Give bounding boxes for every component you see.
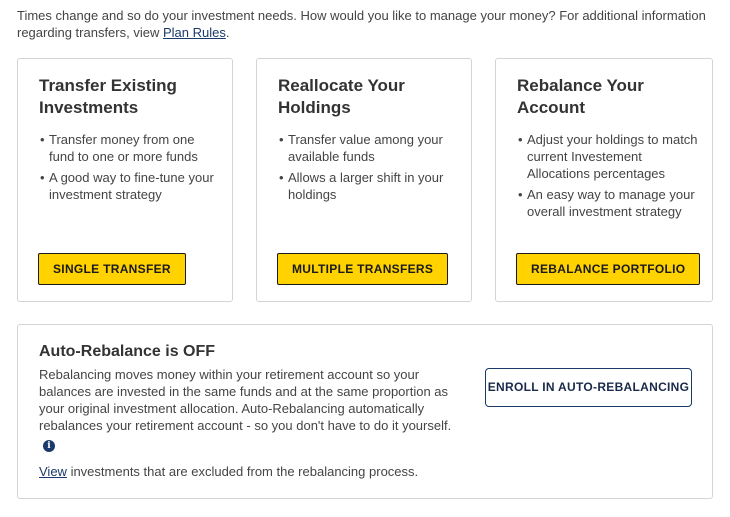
bullet-item: • Transfer value among your available fun… xyxy=(279,132,443,164)
bullet-text: A good way to fine-tune your investment … xyxy=(49,170,214,202)
rebalance-card: Rebalance Your Account • Adjust your hold… xyxy=(495,58,713,302)
plan-rules-link[interactable]: Plan Rules xyxy=(163,25,226,40)
card-bullets: • Transfer value among your available fun… xyxy=(277,131,462,207)
card-bullets: • Transfer money from one fund to one or … xyxy=(38,131,223,207)
card-title: Reallocate Your Holdings xyxy=(278,76,405,117)
auto-rebalance-title: Auto-Rebalance is OFF xyxy=(39,343,216,360)
single-transfer-button[interactable]: SINGLE TRANSFER xyxy=(38,253,186,285)
transfer-existing-card: Transfer Existing Investments • Transfer … xyxy=(17,58,233,302)
intro-text: Times change and so do your investment n… xyxy=(17,7,707,41)
excluded-investments-text: View investments that are excluded from … xyxy=(39,463,418,480)
bullet-text: Adjust your holdings to match current In… xyxy=(527,132,698,181)
card-title: Transfer Existing Investments xyxy=(39,76,177,117)
view-excluded-link[interactable]: View xyxy=(39,464,67,479)
rebalance-portfolio-button[interactable]: REBALANCE PORTFOLIO xyxy=(516,253,701,285)
enroll-auto-rebalancing-button[interactable]: ENROLL IN AUTO-REBALANCING xyxy=(485,368,692,407)
bullet-text: An easy way to manage your overall inves… xyxy=(527,187,695,219)
description-text: Rebalancing moves money within your reti… xyxy=(39,367,452,433)
bullet-item: • A good way to fine-tune your investment… xyxy=(40,170,214,202)
bullet-text: Transfer value among your available fund… xyxy=(288,132,443,164)
bullet-item: • Allows a larger shift in your holdings xyxy=(279,170,444,202)
bullet-text: Transfer money from one fund to one or m… xyxy=(49,132,198,164)
multiple-transfers-button[interactable]: MULTIPLE TRANSFERS xyxy=(277,253,449,285)
card-title: Rebalance Your Account xyxy=(517,76,644,117)
info-icon[interactable]: i xyxy=(43,440,55,452)
auto-rebalance-panel: Auto-Rebalance is OFF Rebalancing moves … xyxy=(17,324,713,499)
bullet-item: • Adjust your holdings to match current I… xyxy=(518,132,698,181)
intro-body: Times change and so do your investment n… xyxy=(17,8,706,40)
bullet-item: • Transfer money from one fund to one or … xyxy=(40,132,198,164)
reallocate-card: Reallocate Your Holdings • Transfer value… xyxy=(256,58,472,302)
bullet-text: Allows a larger shift in your holdings xyxy=(288,170,444,202)
bullet-item: • An easy way to manage your overall inve… xyxy=(518,187,695,219)
view-text: investments that are excluded from the r… xyxy=(66,464,419,479)
intro-end: . xyxy=(225,25,230,40)
card-bullets: • Adjust your holdings to match current I… xyxy=(516,131,701,224)
auto-rebalance-description: Rebalancing moves money within your reti… xyxy=(39,366,459,452)
